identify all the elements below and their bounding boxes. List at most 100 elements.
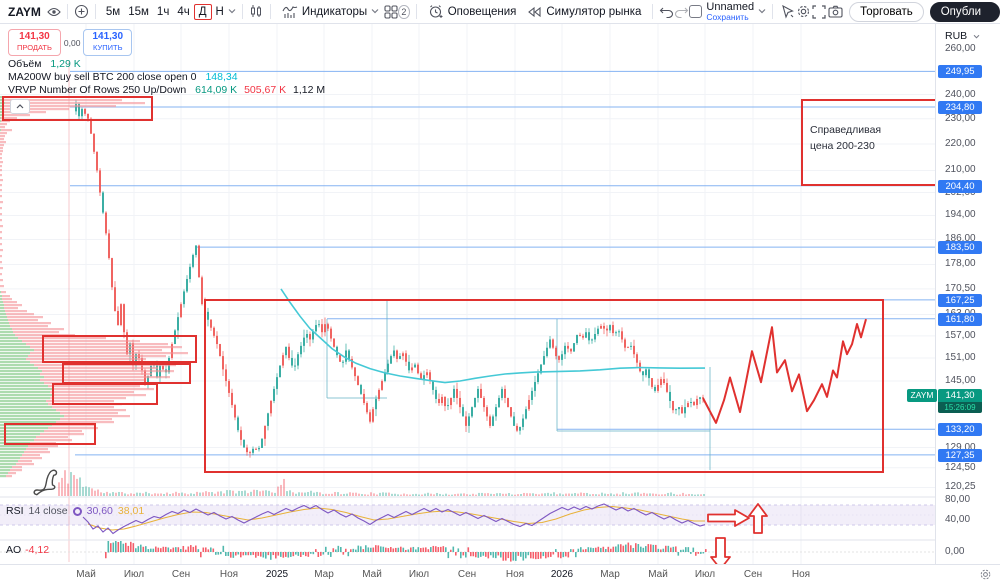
buy-button[interactable]: 141,30 КУПИТЬ — [83, 29, 133, 56]
undo-icon[interactable] — [659, 4, 674, 20]
indicators-button[interactable]: Индикаторы — [277, 2, 384, 22]
dinosaur-sticker — [33, 469, 58, 496]
sell-button[interactable]: 141,30 ПРОДАТЬ — [8, 29, 61, 56]
time-tick-label: Мар — [314, 569, 334, 580]
eye-icon[interactable] — [47, 4, 61, 20]
toolbar-separator — [241, 4, 243, 19]
time-tick-label: Сен — [457, 569, 477, 580]
fair-price-line2: цена 200-230 — [810, 140, 875, 152]
symbol-label[interactable]: ZAYM — [8, 5, 41, 19]
price-tick-label: 80,00 — [945, 494, 971, 505]
axis-settings-gear-icon[interactable] — [979, 568, 992, 584]
timeframe-15м[interactable]: 15м — [124, 4, 153, 20]
time-tick-label: Сен — [743, 569, 763, 580]
ao-value: -4,12 — [25, 544, 50, 556]
rsi-legend[interactable]: RSI 14 close 30,60 38,01 — [6, 505, 144, 517]
ao-histogram — [0, 541, 935, 562]
alerts-button[interactable]: Оповещения — [423, 2, 522, 22]
ma200w-line — [280, 288, 706, 384]
volume-profile — [0, 96, 188, 478]
timeframe-group: 5м 15м 1ч 4ч Д Н — [102, 3, 228, 20]
magic-cursor-icon[interactable] — [779, 4, 795, 20]
ao-title: AO — [6, 544, 22, 556]
plus-circle-icon[interactable] — [74, 4, 89, 20]
buy-label: КУПИТЬ — [92, 43, 123, 52]
fullscreen-icon[interactable] — [811, 4, 827, 20]
camera-icon[interactable] — [827, 4, 843, 20]
vrvp-up-value: 614,09 K — [195, 84, 238, 96]
range-box-drawings — [326, 300, 711, 470]
time-axis[interactable]: Май Июл Сен Ноя 2025 Мар Май Июл Сен Ноя 2026 Мар Ма… — [0, 564, 1000, 584]
collapse-profile-button[interactable] — [10, 99, 30, 114]
alert-price-badge: 204,40 — [938, 179, 982, 193]
save-link[interactable]: Сохранить — [706, 12, 754, 22]
timeframe-1ч[interactable]: 1ч — [153, 4, 173, 20]
fair-price-line1: Справедливая — [810, 124, 882, 136]
ma-label: MA200W buy sell BTC 200 close open 0 — [8, 71, 197, 83]
forecast-zigzag — [702, 318, 867, 424]
time-tick-label: Ноя — [791, 569, 811, 580]
layout-grid-icon[interactable] — [384, 4, 398, 20]
sell-price: 141,30 — [19, 31, 50, 42]
alert-price-badge: 133,20 — [938, 423, 982, 437]
toolbar-separator — [772, 4, 774, 19]
timeframe-5м[interactable]: 5м — [102, 4, 124, 20]
spread-value: 0,00 — [63, 37, 81, 48]
price-tick-label: 157,00 — [945, 329, 976, 341]
chevron-down-icon[interactable] — [228, 7, 236, 16]
layout-count-badge[interactable]: 2 — [398, 4, 410, 19]
timeframe-Н[interactable]: Н — [212, 4, 228, 20]
candlesticks — [75, 99, 704, 458]
last-price: 141,30 — [938, 388, 982, 402]
fair-price-note[interactable]: Справедливая цена 200-230 — [810, 122, 935, 154]
bar-countdown: 15:26:09 — [938, 401, 982, 413]
up-arrow-annotation — [748, 503, 768, 534]
publish-button[interactable]: Опубли — [929, 1, 1000, 22]
layout-checkbox[interactable] — [689, 5, 703, 18]
top-toolbar: ZAYM 5м 15м 1ч 4ч Д Н Индикаторы 2 Опове… — [0, 0, 1000, 24]
time-tick-label: Мар — [600, 569, 620, 580]
price-axis[interactable]: RUB 260,00240,00230,00220,00210,00202,00… — [907, 24, 1000, 564]
price-tick-label: 120,25 — [945, 481, 976, 493]
time-tick-label: Сен — [171, 569, 191, 580]
volume-value: 1,29 K — [50, 58, 81, 70]
time-tick-label: Июл — [694, 569, 716, 580]
price-tick-label: 178,00 — [945, 258, 976, 270]
legend-vrvp[interactable]: VRVP Number Of Rows 250 Up/Down 614,09 K… — [8, 84, 325, 96]
arrow-annotations — [707, 503, 768, 570]
chevron-down-icon — [371, 7, 379, 16]
rsi-value: 30,60 — [86, 505, 113, 517]
currency-label: RUB — [945, 30, 968, 42]
chevron-down-icon[interactable] — [758, 7, 766, 16]
price-tick-label: 194,00 — [945, 209, 976, 221]
toolbar-separator — [652, 4, 654, 19]
price-tick-label: 170,50 — [945, 282, 976, 294]
trading-terminal: ZAYM 5м 15м 1ч 4ч Д Н Индикаторы 2 Опове… — [0, 0, 1000, 584]
price-tick-label: 124,50 — [945, 461, 976, 473]
legend-ma200w[interactable]: MA200W buy sell BTC 200 close open 0 148… — [8, 71, 238, 83]
right-arrow-annotation — [707, 509, 750, 527]
market-simulator-button[interactable]: Симулятор рынка — [521, 2, 646, 22]
alerts-label: Оповещения — [447, 5, 517, 18]
timeframe-4ч[interactable]: 4ч — [173, 4, 193, 20]
layout-name-widget[interactable]: Unnamed Сохранить — [706, 1, 754, 22]
time-tick-label: 2025 — [265, 569, 289, 580]
ao-legend[interactable]: AO -4,12 — [6, 544, 49, 556]
rsi-title: RSI — [6, 505, 24, 517]
grid — [0, 24, 935, 564]
rsi-ma-value: 38,01 — [117, 505, 145, 517]
candles-icon[interactable] — [249, 4, 264, 20]
redo-icon[interactable] — [674, 4, 689, 20]
alert-price-badge: 234,80 — [938, 100, 982, 114]
last-price-badge: ZAYM 141,30 15:26:09 — [907, 388, 982, 413]
timeframe-Д[interactable]: Д — [193, 3, 212, 20]
settings-gear-icon[interactable] — [795, 4, 811, 20]
pane-separators — [0, 496, 1000, 541]
legend-volume[interactable]: Объём 1,29 K — [8, 58, 81, 70]
alert-price-badge: 127,35 — [938, 448, 982, 462]
sell-label: ПРОДАТЬ — [17, 43, 52, 52]
currency-selector[interactable]: RUB — [945, 30, 980, 42]
trade-button[interactable]: Торговать — [849, 1, 924, 22]
price-tick-label: 230,00 — [945, 112, 976, 124]
price-tick-label: 240,00 — [945, 88, 976, 100]
